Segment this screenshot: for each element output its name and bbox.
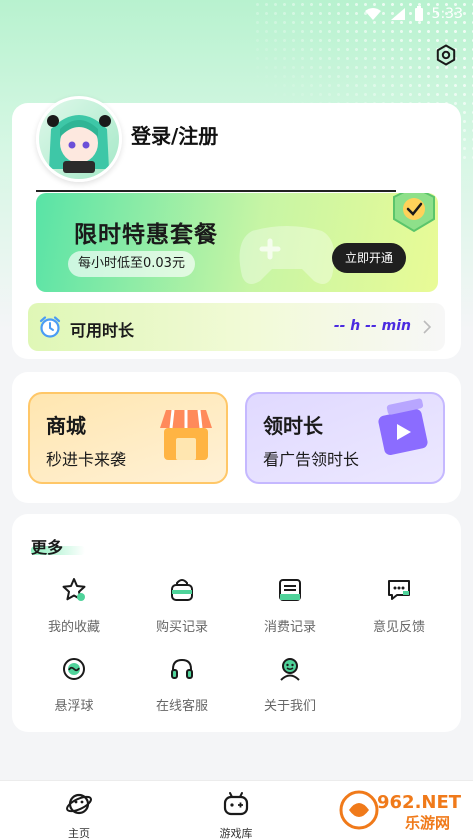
gamepad-decoration-icon <box>239 226 335 285</box>
bag-icon <box>171 579 193 601</box>
watermark-text: 962.NET <box>377 792 462 813</box>
menu-item-label: 在线客服 <box>155 699 208 714</box>
watermark-subtext: 乐游网 <box>405 814 450 832</box>
login-register-link[interactable]: 登录/注册 <box>131 120 218 149</box>
settings-icon <box>436 44 456 66</box>
site-watermark-logo: 962.NET 乐游网 <box>339 790 462 832</box>
battery-icon <box>414 6 423 21</box>
menu-item-favorites[interactable]: 我的收藏 <box>29 576 119 640</box>
menu-item-label: 悬浮球 <box>54 699 94 714</box>
nav-item-home[interactable]: 主页 <box>44 791 114 840</box>
menu-item-float-ball[interactable]: 悬浮球 <box>29 655 119 719</box>
menu-item-label: 意见反馈 <box>372 620 425 635</box>
medal-icon <box>393 193 435 233</box>
wifi-icon <box>364 8 381 20</box>
video-play-icon <box>378 398 428 456</box>
shop-title: 商城 <box>46 414 86 438</box>
nav-label: 主页 <box>68 827 90 840</box>
receipt-icon <box>279 579 301 601</box>
chat-icon <box>388 580 410 600</box>
menu-item-label: 购买记录 <box>155 620 208 635</box>
menu-item-label: 我的收藏 <box>47 620 100 635</box>
alarm-clock-icon <box>39 316 61 338</box>
float-ball-icon <box>63 658 85 680</box>
star-icon <box>62 578 86 601</box>
more-section-title: 更多 <box>31 538 64 557</box>
promo-banner[interactable]: 限时特惠套餐 每小时低至0.03元 立即开通 <box>36 193 438 292</box>
chevron-right-icon <box>423 320 431 334</box>
menu-item-label: 消费记录 <box>263 620 316 635</box>
promo-divider <box>36 190 396 192</box>
menu-item-label: 关于我们 <box>263 699 316 714</box>
promo-price: 每小时低至0.03元 <box>68 251 195 277</box>
gamepad-icon <box>223 792 249 816</box>
planet-icon <box>66 793 92 815</box>
activate-now-button[interactable]: 立即开通 <box>332 243 406 273</box>
earn-time-subtitle: 看广告领时长 <box>263 450 360 469</box>
available-time-value: -- h -- min <box>333 318 411 334</box>
earn-time-title: 领时长 <box>263 414 323 438</box>
status-bar: 5:33 <box>0 0 473 28</box>
available-time-label: 可用时长 <box>70 321 135 340</box>
store-icon <box>160 409 212 460</box>
smile-icon <box>280 658 300 681</box>
menu-item-about-us[interactable]: 关于我们 <box>245 655 335 719</box>
status-time: 5:33 <box>431 6 463 22</box>
menu-item-spending-records[interactable]: 消费记录 <box>245 576 335 640</box>
signal-icon <box>390 8 405 20</box>
menu-item-purchase-records[interactable]: 购买记录 <box>137 576 227 640</box>
nav-label: 游戏库 <box>219 827 253 840</box>
nav-item-game-library[interactable]: 游戏库 <box>201 791 271 840</box>
promo-title: 限时特惠套餐 <box>74 222 218 248</box>
headset-icon <box>171 658 193 679</box>
available-time-row[interactable]: 可用时长 -- h -- min <box>28 303 445 351</box>
shop-tile[interactable]: 商城 秒进卡来袭 <box>28 392 228 484</box>
avatar[interactable] <box>36 96 122 182</box>
menu-item-feedback[interactable]: 意见反馈 <box>354 576 444 640</box>
settings-button[interactable] <box>433 42 459 68</box>
shop-subtitle: 秒进卡来袭 <box>46 450 127 469</box>
earn-time-tile[interactable]: 领时长 看广告领时长 <box>245 392 445 484</box>
menu-item-customer-service[interactable]: 在线客服 <box>137 655 227 719</box>
anime-avatar-icon <box>47 115 111 173</box>
